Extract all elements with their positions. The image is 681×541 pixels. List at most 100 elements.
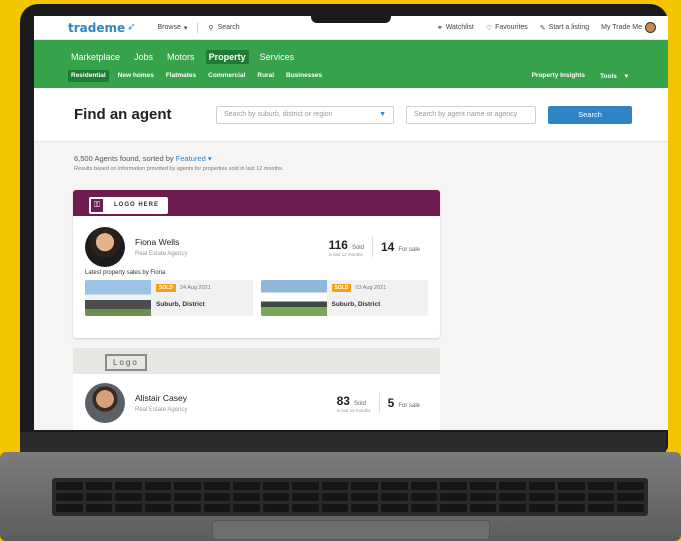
sort-dropdown[interactable]: Featured ▾ (176, 154, 212, 163)
search-button[interactable]: Search (548, 105, 632, 124)
for-sale-stat: 5 For sale (387, 396, 420, 410)
keyboard-key (203, 482, 231, 490)
subnav-new-homes[interactable]: New homes (115, 70, 157, 82)
keyboard-key (321, 482, 349, 490)
heart-icon: ♡ (485, 24, 493, 32)
keyboard-key (144, 493, 172, 501)
sale-location: Suburb, District (331, 301, 381, 308)
keyboard-key (115, 482, 142, 490)
agent-photo (85, 227, 125, 267)
agency-banner: ⚿ LOGO HERE (73, 190, 440, 216)
agency-logo: ⚿ LOGO HERE (89, 196, 169, 214)
keyboard-key (469, 482, 497, 490)
agency-logo: Logo (105, 354, 147, 371)
keyboard-key (262, 482, 290, 490)
agent-photo (85, 383, 125, 423)
top-search[interactable]: ⚲ Search (208, 24, 239, 32)
keyboard-key (351, 482, 379, 490)
agency-name: Real Estate Agency (135, 251, 188, 257)
keyboard-key (115, 504, 142, 512)
sold-badge: SOLD (156, 284, 176, 292)
subnav-flatmates[interactable]: Flatmates (163, 70, 199, 82)
keyboard-key (528, 482, 556, 490)
caret-down-icon: ▾ (207, 154, 212, 163)
keyboard-key (174, 504, 201, 512)
sold-stat: 83 Sold in last 12 months (336, 393, 371, 413)
keyboard-key (440, 504, 467, 512)
trademe-logo[interactable]: trademe ➶ (68, 21, 136, 35)
property-sale-card[interactable]: SOLD 24 Aug 2021 Suburb, District (85, 280, 253, 316)
start-listing-link[interactable]: ✎ Start a listing (540, 24, 589, 32)
keyboard-key (381, 493, 408, 501)
keyboard-key (144, 504, 172, 512)
caret-down-icon: ▼ (379, 111, 386, 118)
binoculars-icon: ⚭ (436, 24, 443, 32)
keyboard-key (292, 504, 319, 512)
keyboard-key (558, 482, 585, 490)
keyboard-key (440, 493, 467, 501)
keyboard-key (233, 504, 260, 512)
keyboard-key (558, 493, 585, 501)
nav-services[interactable]: Services (257, 50, 298, 64)
kiwi-bird-icon: ➶ (127, 22, 136, 33)
subnav-rural[interactable]: Rural (254, 70, 277, 82)
my-trademe-link[interactable]: My Trade Me (601, 22, 656, 33)
nav-marketplace[interactable]: Marketplace (68, 50, 123, 64)
subnav-businesses[interactable]: Businesses (283, 70, 325, 82)
property-sale-card[interactable]: SOLD 03 Aug 2021 Suburb, District (260, 280, 428, 316)
nav-motors[interactable]: Motors (164, 50, 198, 64)
keyboard-key (587, 482, 615, 490)
trackpad (212, 520, 490, 540)
keyboard-key (351, 493, 379, 501)
subnav-residential[interactable]: Residential (68, 70, 109, 82)
laptop-hinge (20, 432, 666, 454)
subnav-property-insights[interactable]: Property Insights (529, 70, 588, 82)
keyboard-key (56, 493, 83, 501)
results-summary: 6,500 Agents found, sorted by Featured ▾… (34, 142, 668, 172)
keyboard-key (440, 482, 467, 490)
nav-jobs[interactable]: Jobs (131, 50, 156, 64)
keyboard-key (174, 482, 201, 490)
keyboard-key (292, 493, 319, 501)
keyboard-key (203, 493, 231, 501)
chevron-down-icon: ▾ (183, 24, 188, 32)
find-agent-bar: Find an agent Search by suburb, district… (34, 88, 668, 142)
agent-name-input[interactable]: Search by agent name or agency (406, 105, 536, 124)
region-select[interactable]: Search by suburb, district or region ▼ (216, 105, 394, 124)
subnav-tools[interactable]: Tools ▾ (594, 70, 634, 82)
agent-card[interactable]: ⚿ LOGO HERE Fiona Wells Real Estate Agenc… (73, 190, 440, 338)
agent-card[interactable]: Alistair Casey Real Estate Agency 83 Sold… (73, 374, 440, 430)
keyboard-key (617, 493, 644, 501)
favourites-link[interactable]: ♡ Favourites (486, 24, 528, 32)
keyboard-key (558, 504, 585, 512)
keyboard-key (292, 482, 319, 490)
keyboard-key (499, 504, 526, 512)
keyboard-key (410, 493, 438, 501)
laptop-body (0, 452, 681, 541)
agent-name[interactable]: Alistair Casey (135, 393, 187, 403)
sale-date: 24 Aug 2021 (179, 285, 211, 291)
watchlist-link[interactable]: ⚭ Watchlist (437, 24, 474, 32)
keyboard-key (115, 493, 142, 501)
sale-location: Suburb, District (156, 301, 205, 308)
agency-name: Real Estate Agency (135, 407, 188, 413)
keyboard-key (262, 493, 290, 501)
keyboard-key (262, 504, 290, 512)
keyboard-key (587, 493, 615, 501)
laptop-base (0, 432, 681, 541)
subnav-commercial[interactable]: Commercial (205, 70, 248, 82)
keyboard-key (617, 482, 644, 490)
results-note: Results based on information provided by… (74, 166, 284, 172)
keyboard-key (56, 504, 83, 512)
keyboard-key (85, 482, 113, 490)
keyboard-key (528, 504, 556, 512)
divider (197, 22, 199, 33)
user-avatar (645, 22, 656, 33)
sold-badge: SOLD (331, 284, 352, 292)
agent-name[interactable]: Fiona Wells (135, 237, 187, 247)
nav-property[interactable]: Property (205, 50, 249, 64)
keyboard-key (174, 493, 201, 501)
camera-notch (311, 16, 391, 23)
browse-menu[interactable]: Browse ▾ (158, 24, 188, 32)
keyboard (52, 478, 648, 516)
